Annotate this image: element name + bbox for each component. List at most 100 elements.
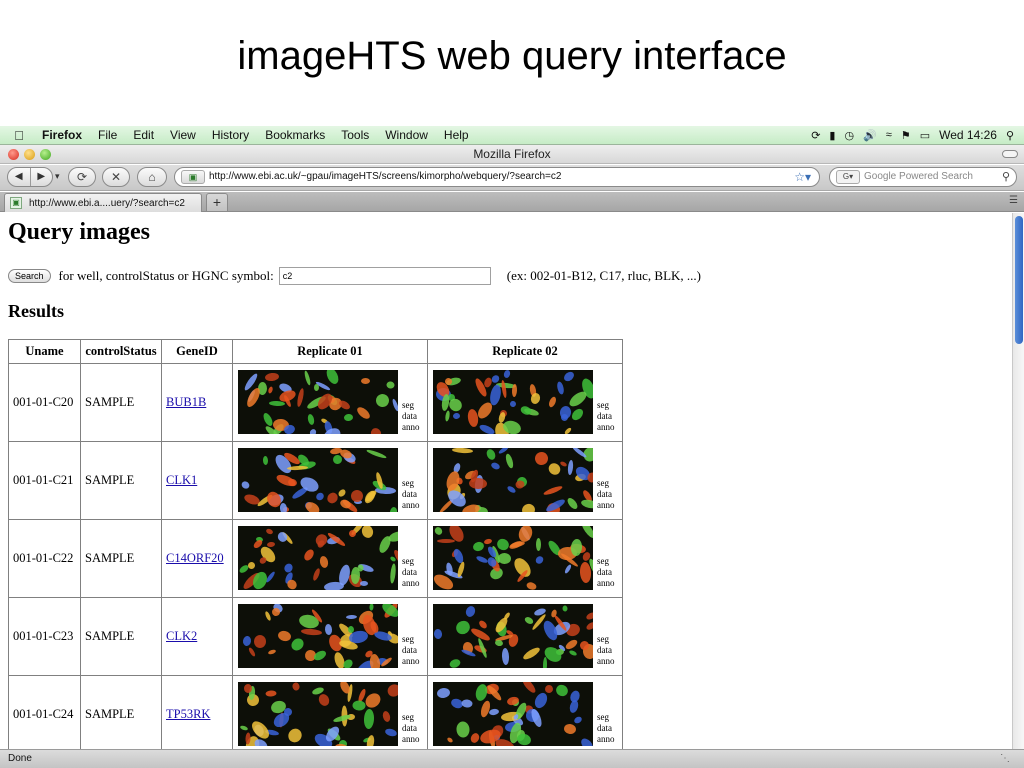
back-forward-group: ◀ ▶ [7,167,53,187]
micrograph-thumbnail[interactable] [238,526,398,590]
image-link-2[interactable]: anno [402,422,420,433]
image-link-1[interactable]: data [597,567,615,578]
page-content: Query images Search for well, controlSta… [0,213,1012,749]
vertical-scrollbar[interactable] [1012,213,1024,749]
image-link-0[interactable]: seg [597,712,615,723]
battery-meter-icon[interactable]: ▮ [829,129,835,142]
image-link-0[interactable]: seg [402,556,420,567]
new-tab-button[interactable]: + [206,193,228,211]
gene-link[interactable]: TP53RK [166,707,210,721]
micrograph-thumbnail[interactable] [433,526,593,590]
gene-link[interactable]: BUB1B [166,395,206,409]
image-link-0[interactable]: seg [597,400,615,411]
tab-active[interactable]: ▣ http://www.ebi.a....uery/?search=c2 [4,193,202,212]
battery-icon[interactable]: ▭ [920,129,930,142]
image-link-2[interactable]: anno [402,578,420,589]
control-status-cell: SAMPLE [80,363,162,442]
image-link-2[interactable]: anno [597,578,615,589]
gene-link[interactable]: C14ORF20 [166,551,224,565]
address-bar[interactable]: ▣ http://www.ebi.ac.uk/~gpau/imageHTS/sc… [174,167,820,187]
micrograph-thumbnail[interactable] [433,448,593,512]
menubar-clock[interactable]: Wed 14:26 [939,128,997,142]
menu-help[interactable]: Help [436,126,477,145]
minimize-window-icon[interactable] [24,149,35,160]
replicate-01-cell: seg data anno [232,441,428,520]
menu-edit[interactable]: Edit [125,126,162,145]
spotlight-icon[interactable]: ⚲ [1006,129,1014,142]
history-dropdown-icon[interactable]: ▾ [55,171,60,182]
status-bar: Done ⋱ [0,749,1024,768]
image-link-0[interactable]: seg [402,634,420,645]
scrollbar-thumb[interactable] [1015,216,1023,344]
image-link-1[interactable]: data [402,567,420,578]
image-link-1[interactable]: data [402,411,420,422]
wifi-icon[interactable]: ≈ [886,129,892,141]
web-search-box[interactable]: G▾ Google Powered Search ⚲ [829,167,1017,187]
search-icon[interactable]: ⚲ [1002,168,1010,186]
search-form: Search for well, controlStatus or HGNC s… [8,267,701,285]
flag-icon[interactable]: ⚑ [901,129,911,142]
site-identity-icon[interactable]: ▣ [181,170,205,184]
image-link-1[interactable]: data [597,489,615,500]
image-link-2[interactable]: anno [597,734,615,745]
image-link-2[interactable]: anno [402,656,420,667]
menu-tools[interactable]: Tools [333,126,377,145]
menu-file[interactable]: File [90,126,125,145]
address-text[interactable]: http://www.ebi.ac.uk/~gpau/imageHTS/scre… [209,168,561,186]
micrograph-thumbnail[interactable] [238,370,398,434]
reload-icon[interactable]: ⟳ [68,167,96,187]
results-heading: Results [8,301,65,321]
menu-app-name[interactable]: Firefox [38,126,90,145]
bookmark-star-icon[interactable]: ☆▾ [794,168,811,186]
image-link-2[interactable]: anno [597,656,615,667]
back-arrow-icon[interactable]: ◀ [8,168,30,186]
gene-link[interactable]: CLK1 [166,473,197,487]
apple-icon[interactable]:  [0,128,38,143]
image-link-2[interactable]: anno [402,500,420,511]
search-button[interactable]: Search [8,269,51,283]
tab-list-icon[interactable]: ☰ [1009,195,1018,206]
search-engine-icon[interactable]: G▾ [836,170,860,184]
search-input[interactable] [278,267,491,285]
image-link-0[interactable]: seg [402,712,420,723]
micrograph-thumbnail[interactable] [433,604,593,668]
micrograph-thumbnail[interactable] [238,604,398,668]
volume-icon[interactable]: 🔊 [863,129,877,142]
micrograph-thumbnail[interactable] [238,448,398,512]
micrograph-thumbnail[interactable] [433,370,593,434]
sync-icon[interactable]: ⟳ [811,129,820,142]
page-title: Query images [8,219,150,245]
image-link-1[interactable]: data [597,411,615,422]
image-link-1[interactable]: data [402,723,420,734]
image-link-2[interactable]: anno [402,734,420,745]
uname-cell: 001-01-C20 [8,363,81,442]
image-link-1[interactable]: data [597,723,615,734]
menu-history[interactable]: History [204,126,257,145]
menu-view[interactable]: View [162,126,204,145]
image-link-0[interactable]: seg [597,478,615,489]
image-link-0[interactable]: seg [402,400,420,411]
image-link-1[interactable]: data [402,645,420,656]
image-link-1[interactable]: data [402,489,420,500]
zoom-window-icon[interactable] [40,149,51,160]
image-link-0[interactable]: seg [597,556,615,567]
image-link-1[interactable]: data [597,645,615,656]
image-link-0[interactable]: seg [597,634,615,645]
image-link-0[interactable]: seg [402,478,420,489]
control-status-cell: SAMPLE [80,441,162,520]
stop-icon[interactable]: ✕ [102,167,130,187]
menu-bookmarks[interactable]: Bookmarks [257,126,333,145]
image-link-2[interactable]: anno [597,500,615,511]
micrograph-thumbnail[interactable] [433,682,593,746]
toolbar-toggle-icon[interactable] [1002,150,1018,158]
gene-link[interactable]: CLK2 [166,629,197,643]
micrograph-thumbnail[interactable] [238,682,398,746]
close-window-icon[interactable] [8,149,19,160]
home-icon[interactable]: ⌂ [137,167,167,187]
time-machine-icon[interactable]: ◷ [844,129,854,142]
resize-grip-icon[interactable]: ⋱ [1000,750,1010,768]
menu-window[interactable]: Window [377,126,436,145]
forward-arrow-icon[interactable]: ▶ [29,168,53,186]
image-link-2[interactable]: anno [597,422,615,433]
table-row: 001-01-C21 SAMPLE CLK1 seg data anno seg data an… [8,441,623,520]
